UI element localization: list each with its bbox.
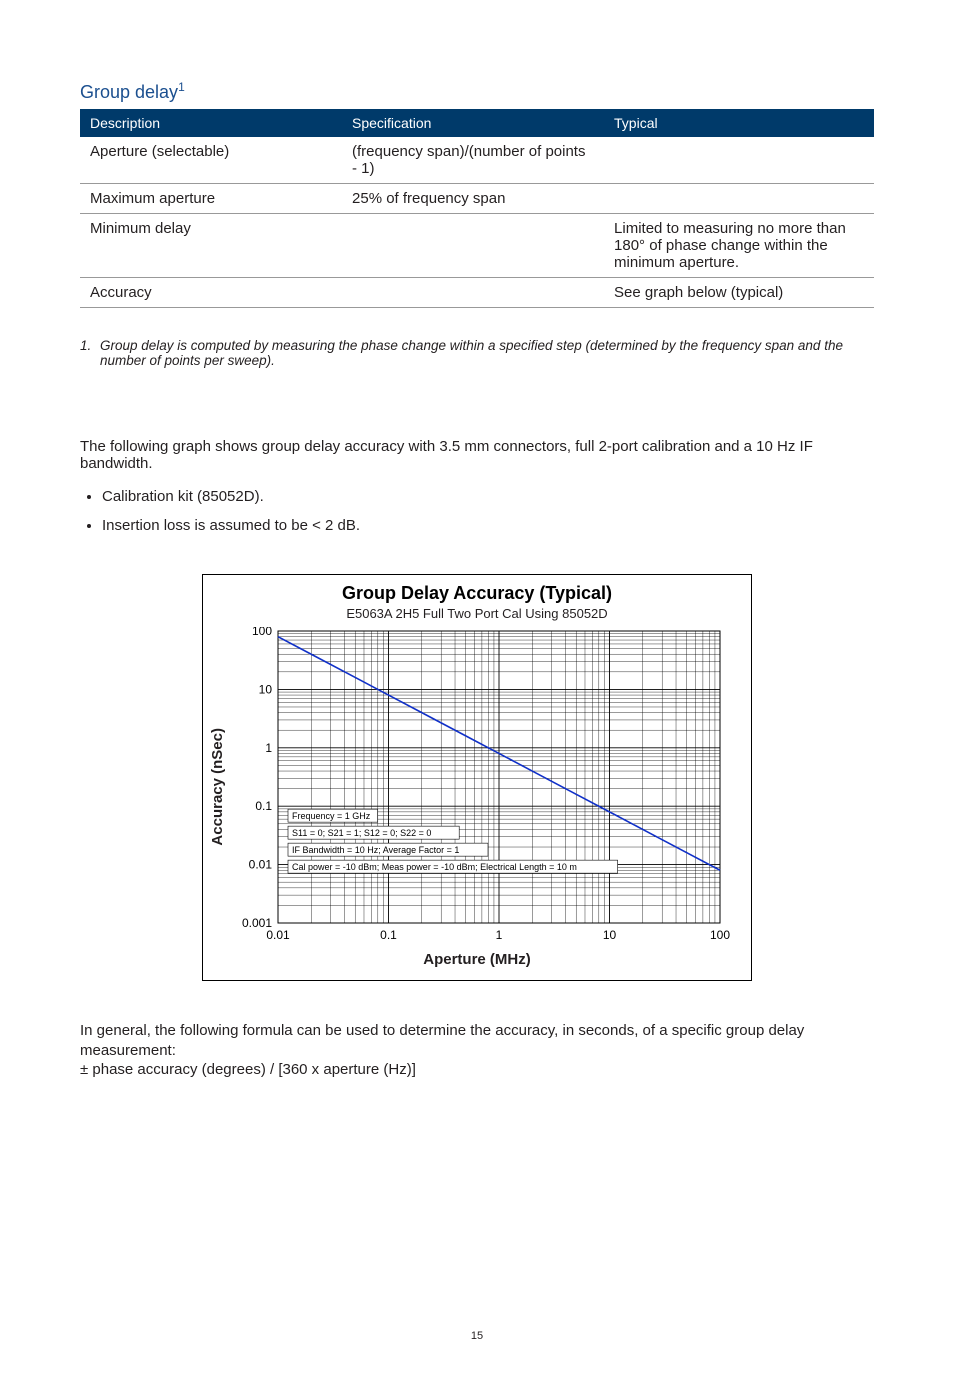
chart-title: Group Delay Accuracy (Typical) xyxy=(209,583,745,604)
svg-text:0.01: 0.01 xyxy=(266,928,290,942)
cell-desc: Maximum aperture xyxy=(80,184,342,214)
th-typical: Typical xyxy=(604,109,874,137)
cell-typ: Limited to measuring no more than 180° o… xyxy=(604,214,874,278)
table-row: Accuracy See graph below (typical) xyxy=(80,278,874,308)
svg-text:0.001: 0.001 xyxy=(242,916,272,930)
cell-desc: Minimum delay xyxy=(80,214,342,278)
svg-text:1: 1 xyxy=(496,928,503,942)
svg-text:10: 10 xyxy=(259,682,273,696)
section-title-sup: 1 xyxy=(178,80,185,94)
svg-text:Cal power = -10 dBm; Meas powe: Cal power = -10 dBm; Meas power = -10 dB… xyxy=(292,862,577,872)
footnote-num: 1. xyxy=(80,338,100,368)
svg-text:1: 1 xyxy=(265,741,272,755)
svg-text:100: 100 xyxy=(710,928,730,942)
table-row: Minimum delay Limited to measuring no mo… xyxy=(80,214,874,278)
svg-text:Frequency = 1 GHz: Frequency = 1 GHz xyxy=(292,811,371,821)
svg-text:S11 = 0; S21 = 1; S12 = 0; S22: S11 = 0; S21 = 1; S12 = 0; S22 = 0 xyxy=(292,828,431,838)
spec-table: Description Specification Typical Apertu… xyxy=(80,109,874,308)
closing-line2: ± phase accuracy (degrees) / [360 x aper… xyxy=(80,1061,416,1078)
svg-text:0.1: 0.1 xyxy=(255,799,272,813)
page-number: 15 xyxy=(80,1330,874,1342)
cell-typ: See graph below (typical) xyxy=(604,278,874,308)
section-title: Group delay1 xyxy=(80,80,874,103)
svg-text:10: 10 xyxy=(603,928,617,942)
chart-xlabel: Aperture (MHz) xyxy=(209,951,745,968)
cell-desc: Aperture (selectable) xyxy=(80,137,342,184)
cell-spec xyxy=(342,214,604,278)
svg-text:0.01: 0.01 xyxy=(249,858,273,872)
closing-line1: In general, the following formula can be… xyxy=(80,1022,804,1059)
footnote: 1. Group delay is computed by measuring … xyxy=(80,338,874,368)
bullet-list: Calibration kit (85052D). Insertion loss… xyxy=(80,488,874,534)
list-item: Calibration kit (85052D). xyxy=(102,488,874,505)
closing-text: In general, the following formula can be… xyxy=(80,1021,874,1080)
intro-text: The following graph shows group delay ac… xyxy=(80,438,874,472)
chart-container: Group Delay Accuracy (Typical) E5063A 2H… xyxy=(80,574,874,981)
svg-text:IF Bandwidth = 10 Hz; Average: IF Bandwidth = 10 Hz; Average Factor = 1 xyxy=(292,845,459,855)
list-item: Insertion loss is assumed to be < 2 dB. xyxy=(102,517,874,534)
footnote-text: Group delay is computed by measuring the… xyxy=(100,338,874,368)
svg-text:100: 100 xyxy=(252,627,272,638)
chart-plot: 0.010.11101000.0010.010.1110100Frequency… xyxy=(230,627,730,947)
chart-subtitle: E5063A 2H5 Full Two Port Cal Using 85052… xyxy=(209,606,745,621)
chart-ylabel: Accuracy (nSec) xyxy=(209,728,226,846)
chart-box: Group Delay Accuracy (Typical) E5063A 2H… xyxy=(202,574,752,981)
table-row: Maximum aperture 25% of frequency span xyxy=(80,184,874,214)
cell-spec xyxy=(342,278,604,308)
cell-typ xyxy=(604,137,874,184)
cell-spec: (frequency span)/(number of points - 1) xyxy=(342,137,604,184)
th-specification: Specification xyxy=(342,109,604,137)
cell-typ xyxy=(604,184,874,214)
section-title-text: Group delay xyxy=(80,82,178,102)
cell-desc: Accuracy xyxy=(80,278,342,308)
svg-text:0.1: 0.1 xyxy=(380,928,397,942)
cell-spec: 25% of frequency span xyxy=(342,184,604,214)
table-row: Aperture (selectable) (frequency span)/(… xyxy=(80,137,874,184)
th-description: Description xyxy=(80,109,342,137)
